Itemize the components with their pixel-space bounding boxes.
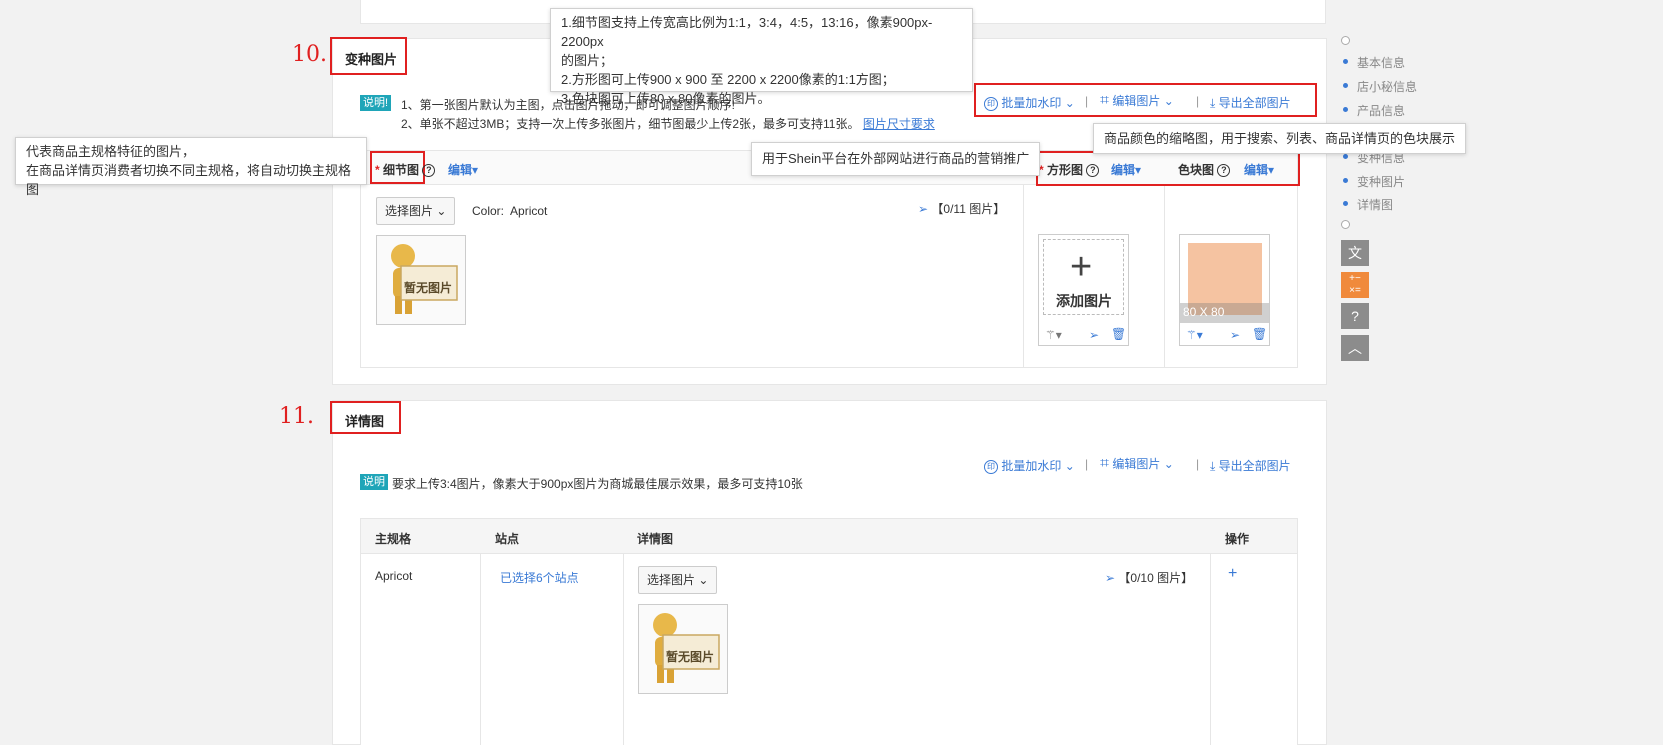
help-icon[interactable]: ? bbox=[422, 164, 436, 178]
variant-note-badge: 说明! bbox=[360, 95, 392, 111]
crop-icon: ⌗ bbox=[1100, 92, 1110, 109]
batch-watermark-button[interactable]: 印 批量加水印 ⌄ bbox=[984, 457, 1075, 474]
detail-note-text: 要求上传3:4图片，像素大于900px图片为商城最佳展示效果，最多可支持10张 bbox=[392, 477, 803, 491]
edit-images-button[interactable]: ⌗ 编辑图片 ⌄ bbox=[1100, 455, 1174, 473]
download-icon: ⤓ bbox=[1210, 459, 1216, 473]
trash-icon[interactable]: 🗑 bbox=[1252, 327, 1267, 341]
col-detail-image: 详情图 bbox=[637, 532, 674, 546]
nav-end-marker bbox=[1341, 220, 1350, 229]
marketing-tooltip: 用于Shein平台在外部网站进行商品的营销推广 bbox=[751, 142, 1041, 176]
toolbar-separator: | bbox=[1196, 94, 1200, 108]
select-image-button[interactable]: 选择图片 ⌄ bbox=[638, 566, 718, 594]
col-sites: 站点 bbox=[495, 532, 520, 546]
magic-wand-icon[interactable]: ⚚▾ bbox=[1045, 328, 1062, 342]
caret-down-icon: ▾ bbox=[1135, 163, 1142, 177]
chevron-down-icon: ⌄ bbox=[698, 573, 709, 587]
chevron-down-icon: ⌄ bbox=[1163, 94, 1174, 108]
swatch-size-label: 80 X 80 bbox=[1183, 305, 1225, 319]
square-edit-dropdown[interactable]: 编辑▾ bbox=[1111, 161, 1141, 178]
caret-down-icon: ▾ bbox=[1268, 163, 1275, 177]
table-row-main-spec: Apricot bbox=[375, 569, 413, 583]
detail-edit-dropdown[interactable]: 编辑▾ bbox=[448, 161, 478, 178]
table-divider bbox=[623, 554, 624, 745]
add-image-box[interactable]: + 添加图片 ⚚▾ ➢ 🗑 bbox=[1038, 234, 1129, 346]
send-icon[interactable]: ➢ bbox=[1105, 571, 1115, 585]
help-icon[interactable]: ? bbox=[1086, 164, 1100, 178]
select-image-button[interactable]: 选择图片 ⌄ bbox=[376, 197, 456, 225]
caret-down-icon: ▾ bbox=[472, 163, 479, 177]
grid-divider bbox=[1023, 185, 1024, 367]
nav-start-marker bbox=[1341, 36, 1350, 45]
no-image-placeholder: 暂无图片 bbox=[638, 604, 728, 694]
translate-icon[interactable]: 文 bbox=[1341, 240, 1369, 266]
sites-selected-link[interactable]: 已选择6个站点 bbox=[500, 569, 579, 586]
variant-note-line2: 2、单张不超过3MB；支持一次上传多张图片，细节图最少上传2张，最多可支持11张… bbox=[401, 115, 935, 132]
swatch-image-label: 色块图 ? bbox=[1178, 161, 1231, 178]
no-image-placeholder: 暂无图片 bbox=[376, 235, 466, 325]
nav-item-variant-images[interactable]: 变种图片 bbox=[1357, 173, 1405, 190]
export-all-images-button[interactable]: ⤓ 导出全部图片 bbox=[1210, 94, 1291, 111]
nav-item-product-info[interactable]: 产品信息 bbox=[1357, 102, 1405, 119]
help-icon[interactable]: ? bbox=[1217, 164, 1231, 178]
crop-icon: ⌗ bbox=[1100, 455, 1110, 472]
help-icon[interactable]: ? bbox=[1341, 303, 1369, 329]
nav-item-basic-info[interactable]: 基本信息 bbox=[1357, 54, 1405, 71]
grid-divider bbox=[1164, 185, 1165, 367]
swatch-image-box: 80 X 80 ⚚▾ ➢ 🗑 bbox=[1179, 234, 1270, 346]
watermark-icon: 印 bbox=[984, 459, 998, 474]
toolbar-separator: | bbox=[1085, 457, 1089, 471]
watermark-icon: 印 bbox=[984, 96, 998, 111]
table-divider bbox=[480, 554, 481, 745]
send-icon[interactable]: ➢ bbox=[918, 202, 928, 216]
calculator-icon[interactable]: +− ×= bbox=[1341, 272, 1369, 298]
image-size-tooltip: 1.细节图支持上传宽高比例为1:1，3:4，4:5，13:16，像素900px-… bbox=[550, 8, 973, 106]
nav-item-detail-images[interactable]: 详情图 bbox=[1357, 196, 1393, 213]
trash-icon[interactable]: 🗑 bbox=[1111, 327, 1126, 341]
variant-note-line2-text: 2、单张不超过3MB；支持一次上传多张图片，细节图最少上传2张，最多可支持11张… bbox=[401, 117, 860, 131]
table-divider bbox=[1210, 554, 1211, 745]
toolbar-separator: | bbox=[1085, 94, 1089, 108]
chevron-down-icon: ⌄ bbox=[436, 204, 447, 218]
send-icon[interactable]: ➢ bbox=[1089, 328, 1099, 342]
batch-watermark-button[interactable]: 印 批量加水印 ⌄ bbox=[984, 94, 1075, 111]
magic-wand-icon[interactable]: ⚚▾ bbox=[1186, 328, 1203, 342]
main-spec-tooltip: 代表商品主规格特征的图片， 在商品详情页消费者切换不同主规格，将自动切换主规格图 bbox=[15, 137, 367, 197]
chevron-down-icon: ⌄ bbox=[1163, 457, 1174, 471]
chevron-down-icon: ⌄ bbox=[1064, 96, 1075, 110]
no-image-text: 暂无图片 bbox=[666, 650, 715, 664]
section-marker-11: 11. bbox=[279, 404, 314, 429]
swatch-tooltip: 商品颜色的缩略图，用于搜索、列表、商品详情页的色块展示 bbox=[1093, 123, 1467, 154]
add-image-label: 添加图片 bbox=[1056, 293, 1112, 309]
detail-image-count: ➢ 【0/11 图片】 bbox=[918, 202, 1006, 216]
section-marker-10: 10. bbox=[292, 42, 327, 67]
col-actions: 操作 bbox=[1225, 532, 1250, 546]
detail-section-title: 详情图 bbox=[345, 414, 385, 429]
edit-images-button[interactable]: ⌗ 编辑图片 ⌄ bbox=[1100, 92, 1174, 110]
swatch-edit-dropdown[interactable]: 编辑▾ bbox=[1244, 161, 1274, 178]
plus-icon: + bbox=[1070, 246, 1093, 288]
detail-row-image-count: ➢ 【0/10 图片】 bbox=[1105, 571, 1194, 585]
detail-image-label: * 细节图 ? bbox=[375, 161, 436, 178]
size-requirements-link[interactable]: 图片尺寸要求 bbox=[863, 117, 935, 131]
export-all-images-button[interactable]: ⤓ 导出全部图片 bbox=[1210, 457, 1291, 474]
variant-section-title: 变种图片 bbox=[345, 52, 398, 67]
add-row-button[interactable]: + bbox=[1228, 565, 1237, 583]
color-value: Color: Apricot bbox=[472, 204, 548, 218]
nav-item-dxm-info[interactable]: 店小秘信息 bbox=[1357, 78, 1417, 95]
detail-note-badge: 说明 bbox=[360, 474, 388, 490]
download-icon: ⤓ bbox=[1210, 96, 1216, 110]
toolbar-separator: | bbox=[1196, 457, 1200, 471]
col-main-spec: 主规格 bbox=[375, 532, 412, 546]
square-image-label: * 方形图 ? bbox=[1039, 161, 1100, 178]
send-icon[interactable]: ➢ bbox=[1230, 328, 1240, 342]
no-image-text: 暂无图片 bbox=[404, 281, 453, 295]
scroll-top-icon[interactable]: ︿ bbox=[1341, 335, 1369, 361]
chevron-down-icon: ⌄ bbox=[1064, 459, 1075, 473]
